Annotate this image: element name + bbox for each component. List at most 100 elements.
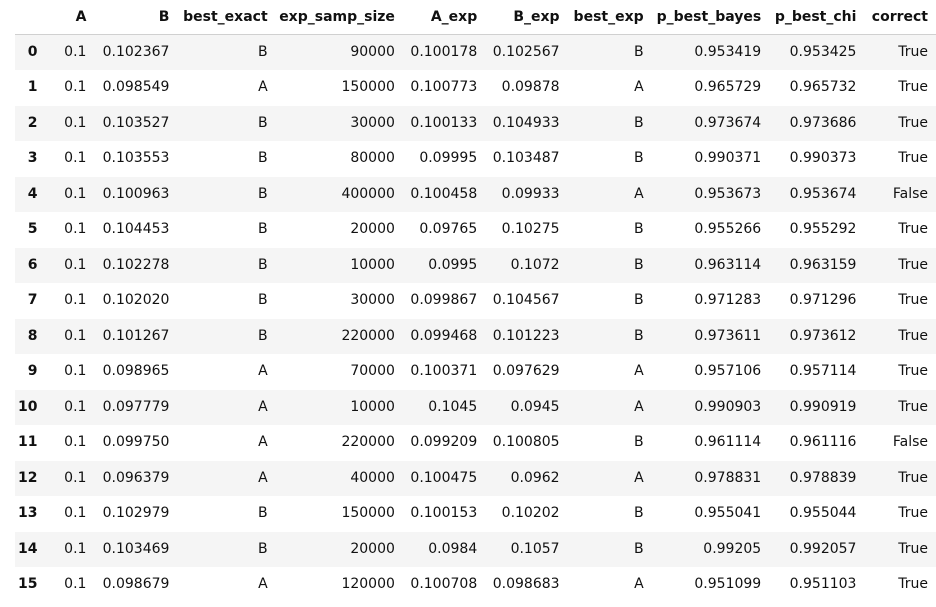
table-cell: 0.971283 [694, 292, 762, 309]
column-header: exp_samp_size [275, 0, 403, 35]
table-cell: A [634, 469, 644, 486]
table-cell: True [898, 221, 928, 238]
row-index: 14 [18, 540, 38, 557]
table-cell: True [898, 576, 928, 593]
table-cell: 0.103487 [492, 150, 560, 167]
table-cell: True [898, 540, 928, 557]
column-header: p_best_chi [769, 0, 865, 35]
table-cell: 0.953674 [789, 185, 857, 202]
table-cell: 0.951099 [694, 576, 762, 593]
table-cell: A [634, 185, 644, 202]
table-cell: 0.098549 [102, 79, 170, 96]
table-cell: 0.1 [64, 44, 87, 60]
table-cell: 0.963159 [789, 256, 857, 273]
table-cell: 0.100708 [410, 576, 478, 593]
table-cell: B [634, 292, 644, 309]
table-cell: 90000 [350, 44, 395, 60]
table-cell: True [898, 398, 928, 415]
table-cell: 0.990373 [789, 150, 857, 167]
table-cell: 0.99205 [703, 540, 762, 557]
table-cell: 0.0962 [510, 469, 560, 486]
table-row: 13 0.1 0.102979 B 150000 0.100153 0.10202 B 0.95… [15, 496, 936, 532]
table-cell: 0.963114 [694, 256, 762, 273]
table-cell: 0.099468 [410, 327, 478, 344]
table-cell: 0.973611 [694, 327, 762, 344]
table-cell: B [634, 540, 644, 557]
table-cell: 0.1 [64, 576, 87, 593]
table-cell: 0.09765 [419, 221, 478, 238]
table-cell: 0.098683 [492, 576, 560, 593]
table-cell: B [634, 256, 644, 273]
table-cell: 0.990919 [789, 398, 857, 415]
table-row: 11 0.1 0.099750 A 220000 0.099209 0.100805 B 0.9… [15, 425, 936, 461]
table-cell: B [258, 540, 268, 557]
table-cell: A [634, 79, 644, 96]
table-cell: 0.100178 [410, 44, 478, 60]
table-cell: A [258, 434, 268, 451]
table-row: 12 0.1 0.096379 A 40000 0.100475 0.0962 A 0.9788… [15, 460, 936, 496]
column-header: B_exp [485, 0, 568, 35]
table-row: 5 0.1 0.104453 B 20000 0.09765 0.10275 B 0.95526… [15, 212, 936, 248]
table-cell: 0.102278 [102, 256, 170, 273]
table-cell: 0.971296 [789, 292, 857, 309]
table-row: 3 0.1 0.103553 B 80000 0.09995 0.103487 B 0.9903… [15, 141, 936, 177]
table-cell: B [634, 327, 644, 344]
table-row: 9 0.1 0.098965 A 70000 0.100371 0.097629 A 0.957… [15, 354, 936, 390]
table-row: 1 0.1 0.098549 A 150000 0.100773 0.09878 A 0.965… [15, 70, 936, 106]
table-cell: 0.961116 [789, 434, 857, 451]
table-cell: 0.100773 [410, 79, 478, 96]
table-cell: 0.973686 [789, 114, 857, 131]
table-cell: 40000 [350, 469, 395, 486]
table-cell: 0.1 [64, 114, 87, 131]
table-cell: 0.104933 [492, 114, 560, 131]
table-cell: 0.101267 [102, 327, 170, 344]
table-cell: A [258, 398, 268, 415]
table-cell: 0.10275 [501, 221, 560, 238]
row-index: 6 [27, 256, 38, 273]
table-cell: 220000 [341, 434, 395, 451]
table-cell: B [634, 505, 644, 522]
table-cell: 150000 [341, 505, 395, 522]
row-index: 8 [27, 327, 38, 344]
table-cell: A [634, 576, 644, 593]
header-row: A B best_exact exp_samp_size A_exp B_exp… [15, 0, 936, 35]
table-cell: 0.1072 [510, 256, 560, 273]
table-row: 10 0.1 0.097779 A 10000 0.1045 0.0945 A 0.990903… [15, 389, 936, 425]
table-cell: B [634, 114, 644, 131]
table-cell: 0.990903 [694, 398, 762, 415]
table-cell: 0.10202 [501, 505, 560, 522]
table-cell: True [898, 292, 928, 309]
row-index: 15 [18, 576, 38, 593]
row-index: 7 [27, 292, 38, 309]
table-cell: 0.100805 [492, 434, 560, 451]
table-row: 7 0.1 0.102020 B 30000 0.099867 0.104567 B 0.971… [15, 283, 936, 319]
row-index: 11 [18, 434, 38, 451]
table-cell: 0.1 [64, 185, 87, 202]
table-cell: 0.1 [64, 505, 87, 522]
column-header: p_best_bayes [651, 0, 770, 35]
table-cell: 0.09878 [501, 79, 560, 96]
table-cell: 0.09995 [419, 150, 478, 167]
table-cell: 0.1 [64, 79, 87, 96]
table-cell: 0.955041 [694, 505, 762, 522]
table-cell: 0.1 [64, 256, 87, 273]
table-cell: 0.09933 [501, 185, 560, 202]
table-cell: A [258, 79, 268, 96]
table-cell: True [898, 469, 928, 486]
table-cell: False [892, 434, 928, 451]
column-header: correct [864, 0, 936, 35]
table-cell: A [258, 363, 268, 380]
table-row: 15 0.1 0.098679 A 120000 0.100708 0.098683 A 0.9… [15, 567, 936, 603]
table-cell: 0.973674 [694, 114, 762, 131]
table-cell: True [898, 505, 928, 522]
table-cell: 0.1 [64, 434, 87, 451]
table-cell: 0.099209 [410, 434, 478, 451]
table-cell: 0.103469 [102, 540, 170, 557]
table-cell: B [258, 114, 268, 131]
table-cell: True [898, 150, 928, 167]
table-cell: True [898, 79, 928, 96]
table-cell: 0.099867 [410, 292, 478, 309]
row-index: 0 [27, 44, 38, 60]
table-cell: 220000 [341, 327, 395, 344]
dataframe-output: A B best_exact exp_samp_size A_exp B_exp… [15, 0, 936, 603]
